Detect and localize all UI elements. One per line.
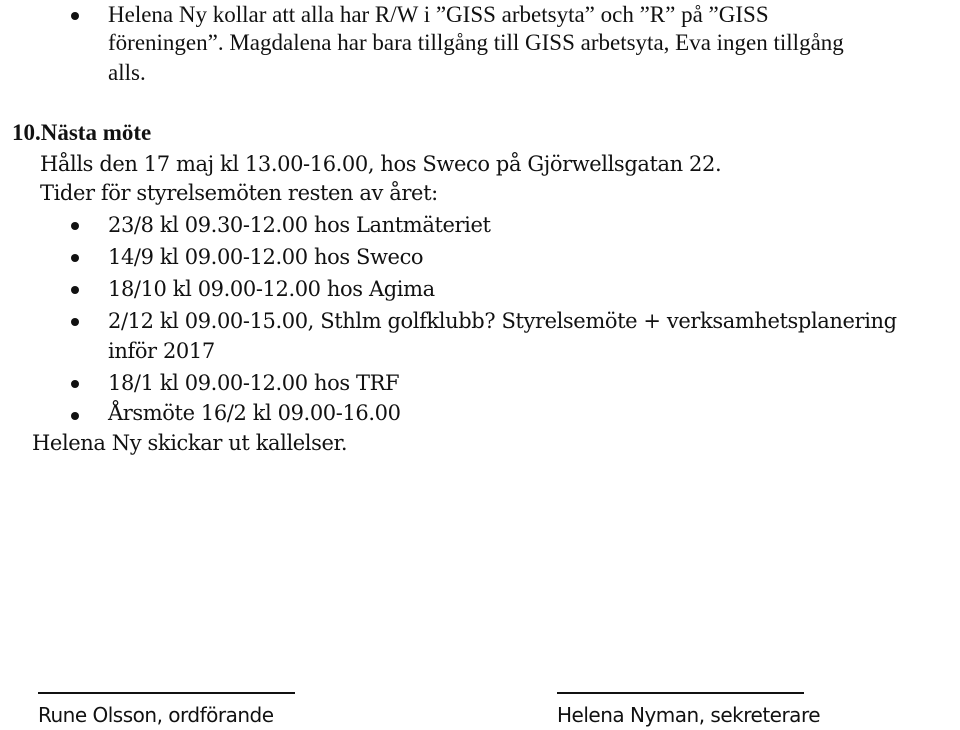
- signature-line: [557, 692, 804, 694]
- schedule-item: 2/12 kl 09.00-15.00, Sthlm golfklubb? St…: [108, 309, 897, 333]
- schedule-item-continuation: inför 2017: [108, 339, 215, 363]
- schedule-item: 18/1 kl 09.00-12.00 hos TRF: [108, 371, 400, 395]
- meeting-info: Hålls den 17 maj kl 13.00-16.00, hos Swe…: [40, 152, 722, 176]
- bullet-marker: [71, 254, 79, 262]
- bullet-text-line: alls.: [108, 60, 146, 85]
- bullet-marker: [71, 318, 79, 326]
- schedule-item: 18/10 kl 09.00-12.00 hos Agima: [108, 277, 435, 301]
- schedule-intro: Tider för styrelsemöten resten av året:: [40, 181, 438, 205]
- signature-label: Helena Nyman, sekreterare: [557, 703, 821, 727]
- bullet-marker: [71, 286, 79, 294]
- bullet-marker: [71, 412, 79, 420]
- bullet-text-line: föreningen”. Magdalena har bara tillgång…: [108, 30, 844, 55]
- schedule-item: 14/9 kl 09.00-12.00 hos Sweco: [108, 245, 424, 269]
- signature-label: Rune Olsson, ordförande: [38, 703, 274, 727]
- schedule-item: 23/8 kl 09.30-12.00 hos Lantmäteriet: [108, 213, 491, 237]
- section-heading: 10.Nästa möte: [12, 120, 152, 145]
- signature-line: [38, 692, 295, 694]
- bullet-marker: [71, 380, 79, 388]
- bullet-text-line: Helena Ny kollar att alla har R/W i ”GIS…: [108, 2, 769, 27]
- closing-note: Helena Ny skickar ut kallelser.: [32, 431, 348, 455]
- bullet-marker: [71, 12, 79, 20]
- schedule-item: Årsmöte 16/2 kl 09.00-16.00: [108, 401, 401, 425]
- bullet-marker: [71, 222, 79, 230]
